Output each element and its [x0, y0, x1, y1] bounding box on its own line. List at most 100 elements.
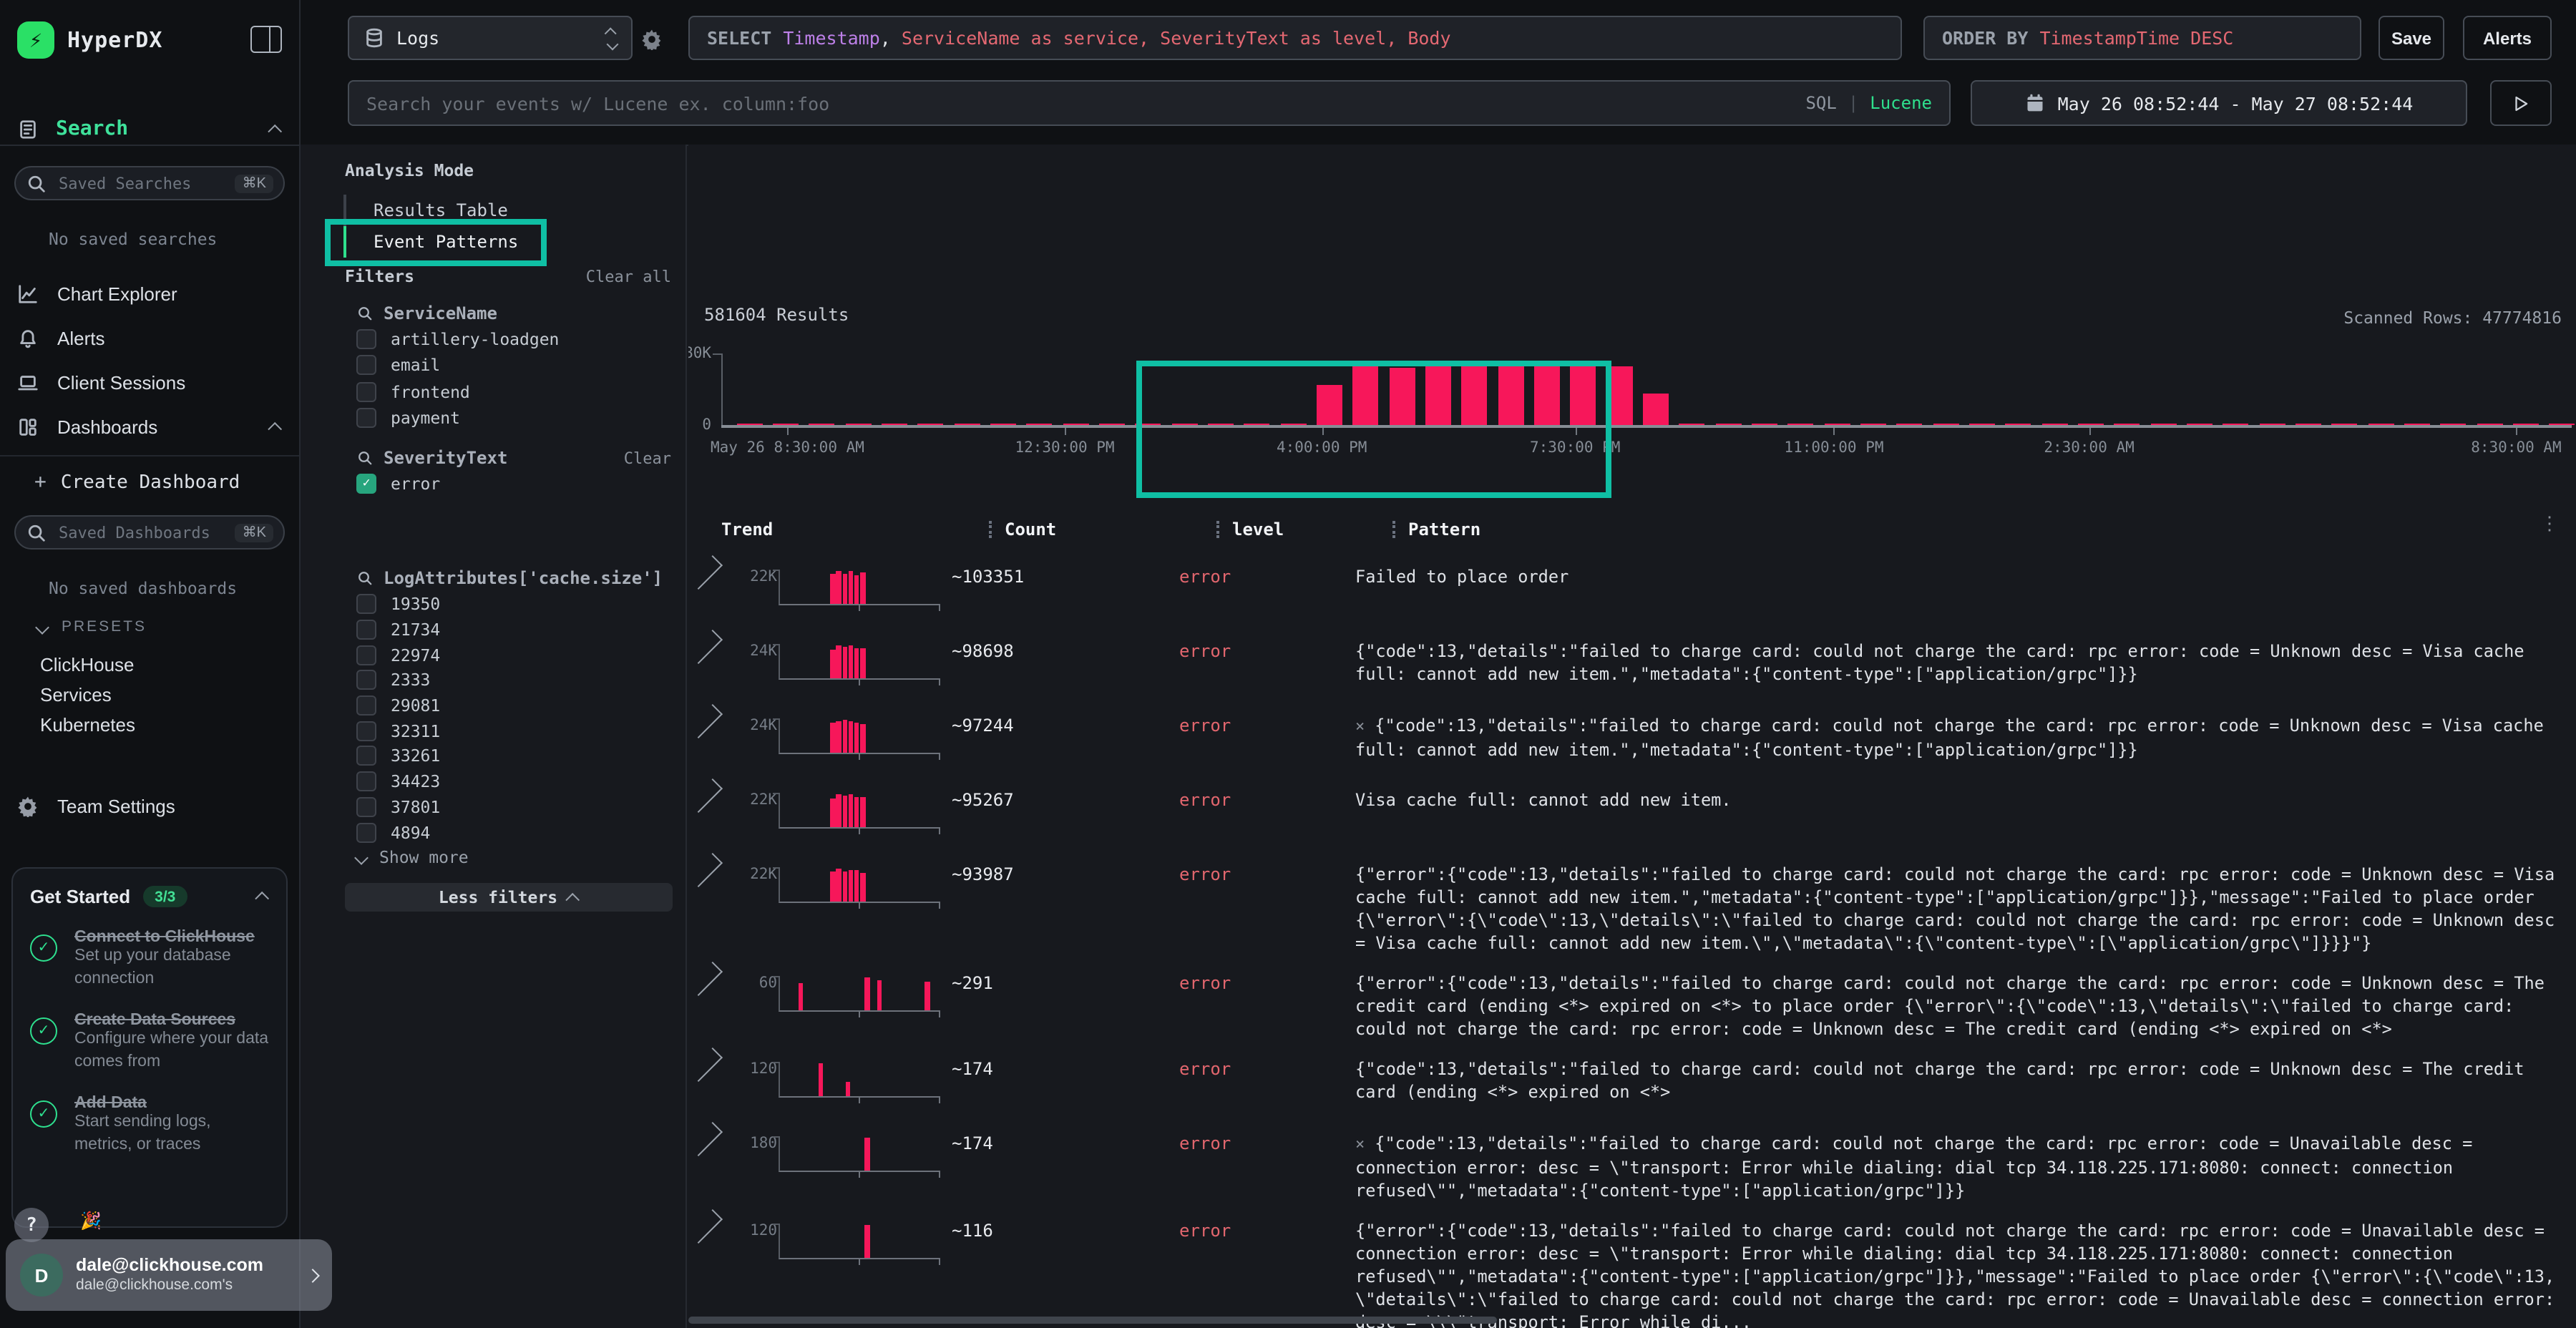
filter-checkbox[interactable] — [356, 408, 376, 428]
create-dashboard-button[interactable]: + Create Dashboard — [34, 464, 240, 501]
filter-checkbox[interactable] — [356, 329, 376, 349]
row-expand-chevron-icon[interactable] — [688, 778, 723, 813]
column-header-count[interactable]: Count — [989, 519, 1216, 540]
histogram-bar[interactable] — [917, 424, 943, 425]
histogram-bar[interactable] — [1606, 366, 1632, 426]
filter-checkbox[interactable] — [356, 721, 376, 741]
histogram-bar[interactable] — [2477, 424, 2502, 425]
histogram-bar[interactable] — [2078, 424, 2104, 425]
row-expand-chevron-icon[interactable] — [688, 704, 723, 738]
drag-handle-icon[interactable] — [1216, 521, 1219, 538]
histogram-bar[interactable] — [2187, 424, 2212, 425]
sidebar-item-alerts[interactable]: Alerts — [0, 316, 299, 361]
histogram-bar[interactable] — [1171, 424, 1197, 425]
sql-select-editor[interactable]: SELECT Timestamp, ServiceName as service… — [688, 16, 1902, 60]
histogram-bar[interactable] — [2549, 424, 2575, 425]
filter-clear-link[interactable]: Clear — [624, 449, 671, 467]
sidebar-item-team-settings[interactable]: Team Settings — [0, 784, 299, 827]
histogram-bar[interactable] — [990, 424, 1016, 425]
histogram-bar[interactable] — [882, 424, 907, 425]
histogram-bar[interactable] — [1860, 424, 1886, 425]
histogram-bar[interactable] — [1099, 424, 1125, 425]
pattern-row[interactable]: 22K~95267errorVisa cache full: cannot ad… — [688, 777, 2576, 851]
table-options-kebab-icon[interactable]: ⋮ — [2540, 514, 2559, 535]
row-expand-chevron-icon[interactable] — [688, 1122, 723, 1156]
filter-option[interactable]: 21734 — [356, 617, 671, 642]
histogram-bar[interactable] — [1244, 424, 1269, 425]
sidebar-item-chart-explorer[interactable]: Chart Explorer — [0, 272, 299, 316]
presets-toggle[interactable]: PRESETS — [37, 618, 147, 635]
histogram-bar[interactable] — [1896, 424, 1922, 425]
filter-checkbox[interactable] — [356, 381, 376, 401]
filter-checkbox[interactable] — [356, 620, 376, 640]
filter-checkbox[interactable]: ✓ — [356, 474, 376, 494]
filter-checkbox[interactable] — [356, 797, 376, 817]
filter-option[interactable]: 32311 — [356, 718, 671, 743]
drag-handle-icon[interactable] — [1392, 521, 1395, 538]
row-expand-chevron-icon[interactable] — [688, 1209, 723, 1244]
histogram-bar[interactable] — [2331, 424, 2357, 425]
filter-checkbox[interactable] — [356, 595, 376, 615]
histogram-bar[interactable] — [2296, 424, 2321, 425]
pattern-row[interactable]: 22K~103351errorFailed to place order — [688, 554, 2576, 628]
filter-option[interactable]: artillery-loadgen — [356, 326, 671, 353]
filter-checkbox[interactable] — [356, 645, 376, 665]
filter-checkbox[interactable] — [356, 695, 376, 716]
pattern-row[interactable]: 120~116error{"error":{"code":13,"details… — [688, 1208, 2576, 1328]
sidebar-collapse-icon[interactable] — [250, 26, 282, 53]
filter-checkbox[interactable] — [356, 670, 376, 690]
filter-option[interactable]: 22974 — [356, 643, 671, 668]
row-expand-chevron-icon[interactable] — [688, 853, 723, 887]
clear-all-link[interactable]: Clear all — [586, 267, 671, 285]
histogram-bar[interactable] — [1352, 367, 1378, 425]
pattern-row[interactable]: 180~174error×{"code":13,"details":"faile… — [688, 1120, 2576, 1208]
column-header-trend[interactable]: Trend — [721, 519, 989, 540]
filter-checkbox[interactable] — [356, 771, 376, 791]
filter-option[interactable]: 4894 — [356, 819, 671, 844]
chevron-up-icon[interactable] — [255, 892, 269, 906]
histogram-bar[interactable] — [1715, 424, 1741, 425]
histogram-bar[interactable] — [2005, 424, 2031, 425]
filter-option[interactable]: 29081 — [356, 693, 671, 718]
histogram-bar[interactable] — [1135, 424, 1161, 425]
filter-option[interactable]: ✓error — [356, 471, 671, 497]
analysis-mode-results-table[interactable]: Results Table — [343, 195, 630, 226]
histogram-bar[interactable] — [1389, 368, 1415, 425]
histogram-bar[interactable] — [1933, 424, 1958, 425]
filter-option[interactable]: email — [356, 353, 671, 379]
drag-handle-icon[interactable] — [989, 521, 992, 538]
filter-option[interactable]: 19350 — [356, 592, 671, 617]
filter-option[interactable]: 2333 — [356, 668, 671, 693]
search-icon[interactable] — [356, 570, 374, 587]
get-started-header[interactable]: Get Started 3/3 — [30, 886, 269, 907]
less-filters-button[interactable]: Less filters — [345, 884, 673, 912]
pattern-row[interactable]: 120~174error{"code":13,"details":"failed… — [688, 1046, 2576, 1120]
row-expand-chevron-icon[interactable] — [688, 630, 723, 664]
histogram-bar[interactable] — [1787, 424, 1813, 425]
horizontal-scrollbar[interactable] — [688, 1317, 1497, 1324]
histogram-bar[interactable] — [2259, 424, 2285, 425]
histogram-bar[interactable] — [1026, 424, 1052, 425]
pattern-row[interactable]: 24K~98698error{"code":13,"details":"fail… — [688, 628, 2576, 703]
preset-item-services[interactable]: Services — [40, 680, 112, 708]
save-button[interactable]: Save — [2379, 16, 2444, 60]
histogram-bar[interactable] — [1824, 424, 1850, 425]
histogram-bar[interactable] — [2440, 424, 2466, 425]
preset-item-kubernetes[interactable]: Kubernetes — [40, 710, 135, 738]
histogram-bar[interactable] — [2114, 424, 2140, 425]
filter-checkbox[interactable] — [356, 746, 376, 766]
histogram-bar[interactable] — [845, 424, 871, 425]
row-expand-chevron-icon[interactable] — [688, 555, 723, 590]
histogram-bar[interactable] — [736, 424, 762, 425]
gear-icon[interactable] — [640, 27, 663, 50]
histogram-bar[interactable] — [1679, 424, 1704, 425]
histogram-bar[interactable] — [954, 424, 980, 425]
histogram-bar[interactable] — [1570, 365, 1596, 425]
sidebar-item-search[interactable]: Search — [17, 112, 282, 146]
preset-item-clickhouse[interactable]: ClickHouse — [40, 650, 135, 678]
column-header-pattern[interactable]: Pattern — [1392, 519, 1480, 540]
order-by-editor[interactable]: ORDER BY TimestampTime DESC — [1923, 16, 2361, 60]
lang-lucene-option[interactable]: Lucene — [1870, 93, 1932, 113]
filter-option[interactable]: frontend — [356, 379, 671, 405]
user-menu[interactable]: D dale@clickhouse.com dale@clickhouse.co… — [6, 1239, 332, 1311]
